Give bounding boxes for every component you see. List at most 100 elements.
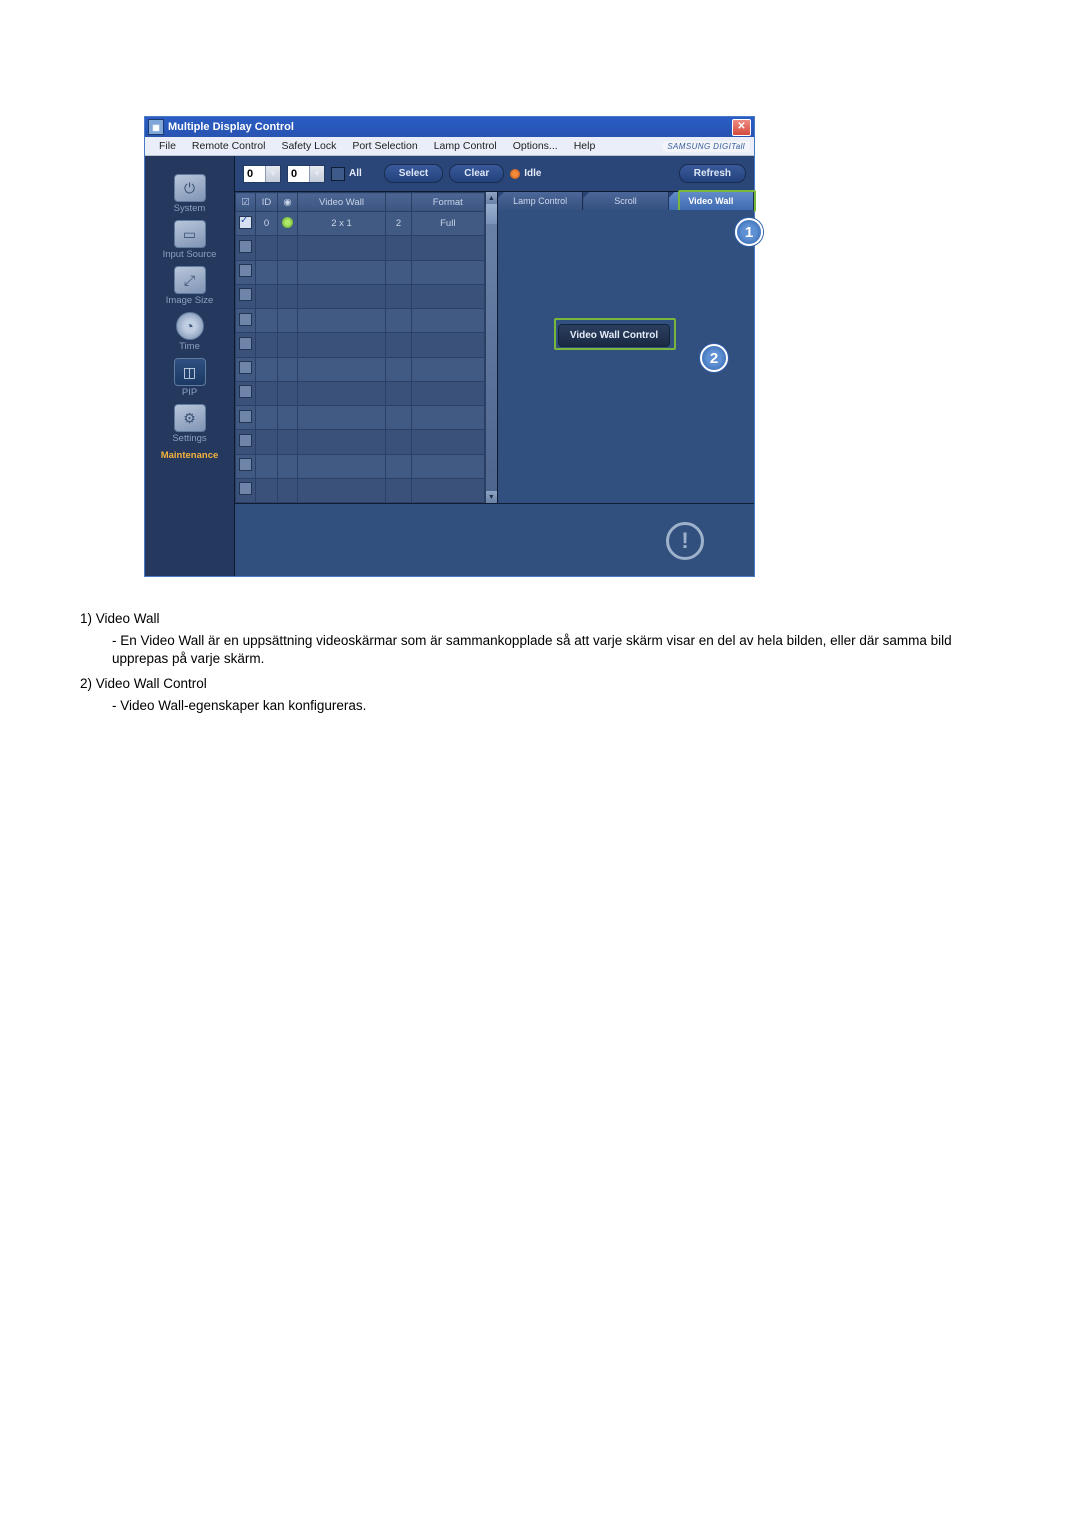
scroll-down-icon[interactable]: ▼: [486, 491, 497, 503]
table-row[interactable]: [236, 333, 485, 357]
menu-file[interactable]: File: [151, 140, 184, 152]
sidebar-item-label: System: [174, 203, 206, 214]
tab-label: Scroll: [614, 196, 637, 206]
idle-dot-icon: [510, 169, 520, 179]
menu-port-selection[interactable]: Port Selection: [344, 140, 425, 152]
table-row[interactable]: [236, 284, 485, 308]
menu-bar: File Remote Control Safety Lock Port Sel…: [145, 137, 754, 156]
row-check-icon[interactable]: [239, 410, 252, 423]
row-check-icon[interactable]: [239, 361, 252, 374]
table-row[interactable]: [236, 381, 485, 405]
device-table: ☑ ID ◉ Video Wall Format: [235, 192, 498, 503]
col-status[interactable]: ◉: [278, 193, 298, 212]
sidebar-item-input-source[interactable]: ▭ Input Source: [150, 220, 230, 260]
doc-item2-body: - Video Wall-egenskaper kan konfigureras…: [80, 697, 1000, 715]
table-row[interactable]: [236, 357, 485, 381]
idle-indicator: Idle: [510, 168, 541, 179]
menu-safety-lock[interactable]: Safety Lock: [273, 140, 344, 152]
select-button[interactable]: Select: [384, 164, 443, 183]
menu-options[interactable]: Options...: [505, 140, 566, 152]
sidebar-item-label: Settings: [172, 433, 206, 444]
sidebar-item-maintenance[interactable]: Maintenance: [150, 450, 230, 461]
title-bar: ▦ Multiple Display Control ✕: [145, 117, 754, 137]
col-check[interactable]: ☑: [236, 193, 256, 212]
callout-2: 2: [700, 344, 728, 372]
callout-number: 2: [710, 350, 718, 367]
row-check-icon[interactable]: [239, 434, 252, 447]
clock-icon: ◔: [176, 312, 204, 340]
warning-icon: !: [666, 522, 704, 560]
checkbox-icon: [331, 167, 345, 181]
input-source-icon: ▭: [174, 220, 206, 248]
row-check-icon[interactable]: [239, 240, 252, 253]
app-body: ⏻ System ▭ Input Source ⤢ Image Size ◔ T…: [145, 156, 754, 576]
sidebar-item-pip[interactable]: ◫ PIP: [150, 358, 230, 398]
row-div: 2: [386, 212, 412, 236]
table-row[interactable]: [236, 478, 485, 502]
sidebar-item-label: PIP: [182, 387, 197, 398]
main-area: 0 ▼ 0 ▼ All Select Clear: [235, 156, 754, 576]
table-row[interactable]: [236, 430, 485, 454]
sidebar-item-label: Input Source: [163, 249, 217, 260]
brand-label: SAMSUNG DIGITall: [662, 141, 750, 152]
col-id[interactable]: ID: [256, 193, 278, 212]
highlight-vw-control: [554, 318, 676, 350]
doc-item1-body: - En Video Wall är en uppsättning videos…: [80, 632, 1000, 668]
chevron-down-icon[interactable]: ▼: [265, 166, 280, 182]
highlight-tab: [678, 190, 756, 212]
all-checkbox[interactable]: All: [331, 167, 362, 181]
col-video-wall[interactable]: Video Wall: [298, 193, 386, 212]
toolbar: 0 ▼ 0 ▼ All Select Clear: [235, 156, 754, 192]
select-label: Select: [399, 168, 428, 179]
col-divider[interactable]: [386, 193, 412, 212]
scroll-track[interactable]: [486, 224, 497, 491]
menu-remote-control[interactable]: Remote Control: [184, 140, 274, 152]
row-check-icon[interactable]: [239, 337, 252, 350]
row-video-wall: 2 x 1: [298, 212, 386, 236]
sidebar-item-system[interactable]: ⏻ System: [150, 174, 230, 214]
menu-lamp-control[interactable]: Lamp Control: [426, 140, 505, 152]
table-scrollbar[interactable]: ▲ ▼: [485, 192, 497, 503]
close-icon[interactable]: ✕: [732, 119, 751, 136]
table-row[interactable]: [236, 236, 485, 260]
row-check-icon[interactable]: [239, 482, 252, 495]
table-row[interactable]: [236, 260, 485, 284]
start-id-stepper[interactable]: 0 ▼: [243, 165, 281, 183]
sidebar-item-time[interactable]: ◔ Time: [150, 312, 230, 352]
scroll-thumb[interactable]: [486, 204, 497, 224]
tab-scroll[interactable]: Scroll: [583, 192, 668, 210]
chevron-down-icon[interactable]: ▼: [309, 166, 324, 182]
callout-number: 1: [745, 224, 753, 241]
sidebar-item-label: Time: [179, 341, 200, 352]
row-check-icon[interactable]: [239, 458, 252, 471]
start-id-value: 0: [244, 166, 265, 182]
image-size-icon: ⤢: [174, 266, 206, 294]
row-check-icon[interactable]: [239, 264, 252, 277]
table-row[interactable]: 0 2 x 1 2 Full: [236, 212, 485, 236]
row-check-icon[interactable]: [239, 216, 252, 229]
sidebar-item-image-size[interactable]: ⤢ Image Size: [150, 266, 230, 306]
table-row[interactable]: [236, 309, 485, 333]
sidebar: ⏻ System ▭ Input Source ⤢ Image Size ◔ T…: [145, 156, 235, 576]
clear-label: Clear: [464, 168, 489, 179]
row-check-icon[interactable]: [239, 385, 252, 398]
refresh-button[interactable]: Refresh: [679, 164, 746, 183]
table-row[interactable]: [236, 454, 485, 478]
idle-label: Idle: [524, 168, 541, 179]
col-format[interactable]: Format: [412, 193, 485, 212]
app-window: ▦ Multiple Display Control ✕ File Remote…: [144, 116, 755, 577]
document-text: 1) Video Wall - En Video Wall är en upps…: [80, 610, 1000, 715]
clear-button[interactable]: Clear: [449, 164, 504, 183]
row-check-icon[interactable]: [239, 313, 252, 326]
scroll-up-icon[interactable]: ▲: [486, 192, 497, 204]
sidebar-item-label: Maintenance: [161, 450, 219, 461]
tab-label: Lamp Control: [513, 196, 567, 206]
tab-lamp-control[interactable]: Lamp Control: [498, 192, 583, 210]
callout-1: 1: [735, 218, 763, 246]
end-id-stepper[interactable]: 0 ▼: [287, 165, 325, 183]
menu-help[interactable]: Help: [566, 140, 604, 152]
sidebar-item-settings[interactable]: ⚙ Settings: [150, 404, 230, 444]
row-check-icon[interactable]: [239, 288, 252, 301]
window-title: Multiple Display Control: [168, 121, 732, 133]
table-row[interactable]: [236, 406, 485, 430]
